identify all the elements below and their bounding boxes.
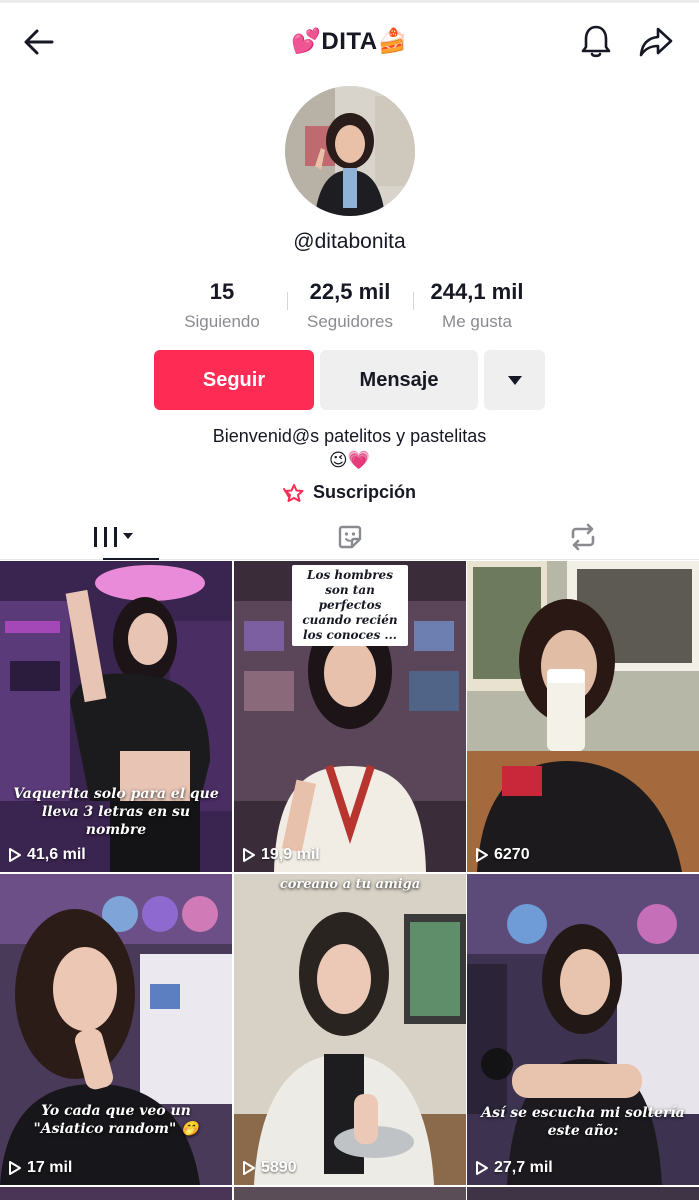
followers-count: 22,5 mil <box>309 279 391 304</box>
videos-grid-icon <box>93 527 133 547</box>
video-thumbnail[interactable]: coreano a tu amiga 5890 <box>234 874 466 1185</box>
video-thumbnail[interactable]: Yo cada que veo un "Asiatico random" 🤭 1… <box>0 874 232 1185</box>
share-arrow-icon[interactable] <box>638 25 674 59</box>
play-icon <box>476 1161 488 1175</box>
bell-icon[interactable] <box>580 23 612 59</box>
bio-emojis: 😉💗 <box>328 450 371 470</box>
view-count: 41,6 mil <box>8 846 86 864</box>
caret-down-icon <box>507 376 522 385</box>
video-caption: Los hombres son tan perfectos cuando rec… <box>292 565 408 646</box>
liked-sticker-icon <box>338 525 361 549</box>
video-thumbnail-image <box>0 874 232 1185</box>
subscription-label: Suscripción <box>312 482 417 502</box>
play-icon <box>9 848 21 862</box>
video-thumbnail[interactable]: Así se escucha mi soltería este año: 27,… <box>467 874 699 1185</box>
video-thumbnail[interactable] <box>234 1187 466 1200</box>
video-thumbnail-image <box>467 561 699 872</box>
active-tab-indicator <box>103 558 159 560</box>
stat-likes[interactable]: 244,1 mil Me gusta <box>420 278 534 332</box>
video-thumbnail-image <box>234 874 466 1185</box>
video-caption: coreano a tu amiga <box>279 877 421 892</box>
video-thumbnail[interactable]: Vaquerita solo para el que lleva 3 letra… <box>0 561 232 872</box>
username: @ditabonita <box>293 230 406 253</box>
stat-divider <box>413 292 414 310</box>
tab-liked[interactable] <box>233 514 466 560</box>
view-count: 19,9 mil <box>242 846 320 864</box>
profile-stats: 15 Siguiendo 22,5 mil Seguidores 244,1 m… <box>0 278 699 338</box>
follow-button[interactable]: Seguir <box>154 350 314 410</box>
tab-reposts[interactable] <box>466 514 699 560</box>
following-label: Siguiendo <box>184 312 260 331</box>
bio-line: Bienvenid@s patelitos y pastelitas <box>212 426 487 446</box>
view-count: 6270 <box>475 846 530 864</box>
likes-count: 244,1 mil <box>430 279 524 304</box>
play-icon <box>476 848 488 862</box>
view-count-text: 6270 <box>494 846 530 863</box>
view-count-text: 41,6 mil <box>27 846 86 863</box>
view-count-text: 5890 <box>261 1159 297 1176</box>
view-count: 27,7 mil <box>475 1159 553 1177</box>
video-grid: Vaquerita solo para el que lleva 3 letra… <box>0 561 699 1200</box>
video-thumbnail[interactable] <box>0 1187 232 1200</box>
following-count: 15 <box>209 279 235 304</box>
view-count-text: 17 mil <box>27 1159 73 1176</box>
top-bar: 💕DITA🍰 <box>0 0 699 80</box>
video-caption: Así se escucha mi soltería este año: <box>481 1105 685 1139</box>
stat-followers[interactable]: 22,5 mil Seguidores <box>295 278 405 332</box>
view-count-text: 19,9 mil <box>261 846 320 863</box>
message-button[interactable]: Mensaje <box>320 350 478 410</box>
video-thumbnail[interactable]: 6270 <box>467 561 699 872</box>
more-options-button[interactable] <box>484 350 545 410</box>
video-caption: Yo cada que veo un "Asiatico random" 🤭 <box>33 1103 199 1137</box>
video-caption: Vaquerita solo para el que lleva 3 letra… <box>13 786 219 838</box>
stat-divider <box>287 292 288 310</box>
stat-following[interactable]: 15 Siguiendo <box>172 278 272 332</box>
followers-label: Seguidores <box>306 312 393 331</box>
bio: Bienvenid@s patelitos y pastelitas 😉💗 <box>0 424 699 472</box>
view-count: 5890 <box>242 1159 297 1177</box>
avatar[interactable] <box>285 86 415 216</box>
view-count-text: 27,7 mil <box>494 1159 553 1176</box>
play-icon <box>243 848 255 862</box>
play-icon <box>9 1161 21 1175</box>
tab-videos[interactable] <box>0 514 233 560</box>
play-icon <box>243 1161 255 1175</box>
video-thumbnail[interactable] <box>467 1187 699 1200</box>
profile-tabs <box>0 514 699 560</box>
view-count: 17 mil <box>8 1159 72 1177</box>
subscription-link[interactable]: Suscripción <box>0 482 699 503</box>
subscription-star-icon <box>282 483 304 502</box>
likes-label: Me gusta <box>442 312 512 331</box>
video-thumbnail[interactable]: Los hombres son tan perfectos cuando rec… <box>234 561 466 872</box>
repost-icon <box>571 523 594 551</box>
